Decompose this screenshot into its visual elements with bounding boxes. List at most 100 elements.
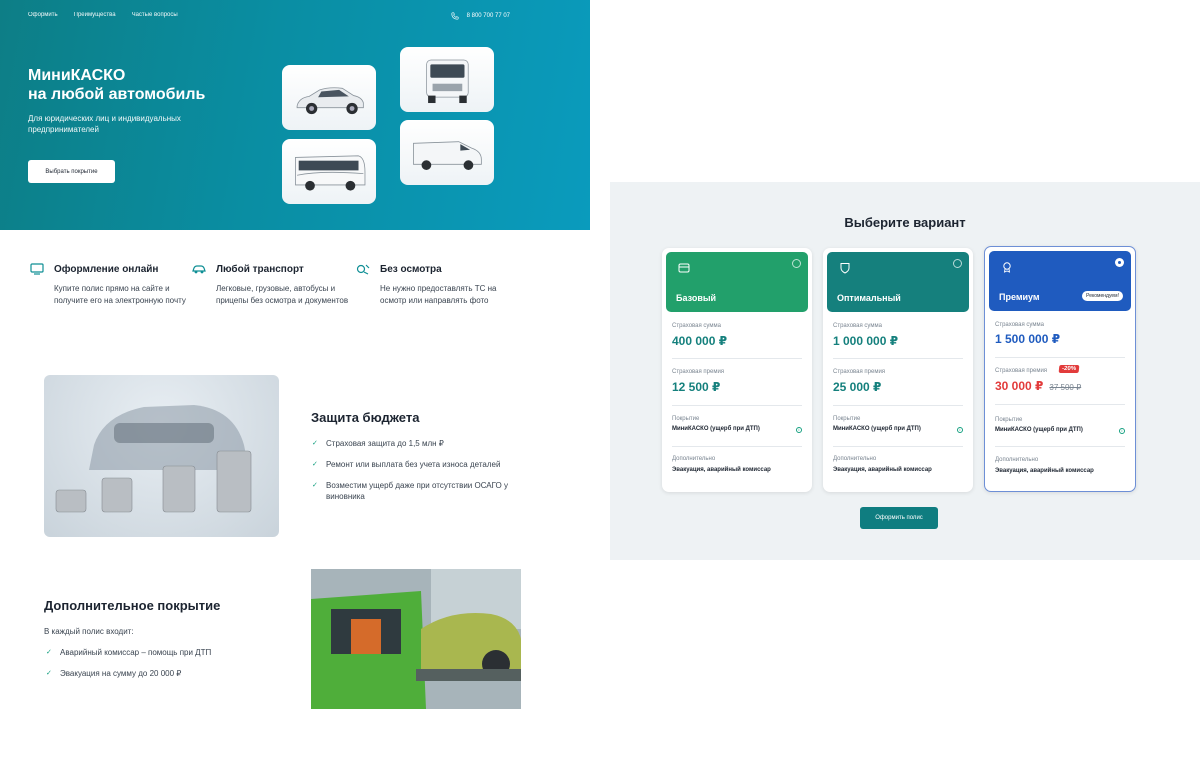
divider: [833, 446, 963, 447]
vehicle-suv-image: [282, 65, 376, 130]
list-item: ✓ Возместим ущерб даже при отсутствии ОСА…: [312, 481, 508, 501]
divider: [672, 358, 802, 359]
vehicle-van-image: [400, 120, 494, 185]
nav-item-apply[interactable]: Оформить: [28, 12, 58, 18]
plan-radio[interactable]: [792, 259, 801, 268]
discount-badge: -20%: [1058, 365, 1080, 373]
plan-name: Оптимальный: [837, 293, 901, 303]
coverage-label: Покрытие: [995, 417, 1023, 423]
monitor-icon: [30, 263, 44, 275]
list-item: ✓ Аварийный комиссар – помощь при ДТП: [46, 648, 212, 657]
sum-value: 1 500 000 ₽: [995, 332, 1061, 346]
order-policy-button[interactable]: Оформить полис: [860, 507, 938, 529]
divider: [672, 405, 802, 406]
sum-label: Страховая сумма: [672, 323, 721, 329]
divider: [672, 446, 802, 447]
list-item: ✓ Эвакуация на сумму до 20 000 ₽: [46, 669, 182, 678]
divider: [833, 358, 963, 359]
info-icon[interactable]: i: [1119, 428, 1125, 434]
check-icon: ✓: [312, 482, 318, 489]
plan-name: Базовый: [676, 293, 717, 303]
hero-title: МиниКАСКО на любой автомобиль: [28, 66, 248, 104]
sum-label: Страховая сумма: [833, 323, 882, 329]
coverage-label: Покрытие: [833, 416, 861, 422]
phone-number: 8 800 700 77 07: [466, 13, 510, 19]
feature-text: Легковые, грузовые, автобусы и прицепы б…: [216, 284, 349, 305]
plan-card-header: Премиум Рекомендуем!: [989, 251, 1131, 311]
additional-label: Дополнительно: [672, 456, 716, 462]
sum-value: 400 000 ₽: [672, 334, 728, 348]
plan-card-premium[interactable]: Премиум Рекомендуем! Страховая сумма 1 5…: [984, 246, 1136, 492]
premium-value: 12 500 ₽: [672, 380, 721, 394]
hero-title-line2: на любой автомобиль: [28, 86, 206, 103]
additional-value: Эвакуация, аварийный комиссар: [995, 468, 1094, 474]
plan-card-optimal[interactable]: Оптимальный Страховая сумма 1 000 000 ₽ …: [823, 248, 973, 492]
plan-card-header: Оптимальный: [827, 252, 969, 312]
medal-icon: [1003, 262, 1011, 273]
divider: [995, 404, 1125, 405]
feature-title: Любой транспорт: [216, 264, 304, 275]
tow-truck-image: [311, 569, 521, 709]
budget-list: ✓ Страховая защита до 1,5 млн ₽ ✓ Ремонт и…: [312, 438, 522, 512]
plans-section: Выберите вариант Базовый Страховая сумма…: [610, 182, 1200, 560]
nav-item-faq[interactable]: Частые вопросы: [132, 12, 178, 18]
hero-section: Оформить Преимущества Частые вопросы 8 8…: [0, 0, 590, 230]
extra-list: ✓ Аварийный комиссар – помощь при ДТП ✓ Эв…: [46, 647, 286, 689]
info-icon[interactable]: i: [957, 427, 963, 433]
premium-label: Страховая премия: [672, 369, 725, 375]
plan-name: Премиум: [999, 292, 1040, 302]
premium-value: 30 000 ₽37 500 ₽: [995, 379, 1082, 393]
list-item: ✓ Страховая защита до 1,5 млн ₽: [312, 439, 444, 448]
hero-subtitle: Для юридических лиц и индивидуальных пре…: [28, 114, 181, 134]
feature-text: Купите полис прямо на сайте и получите е…: [54, 284, 186, 305]
plan-radio[interactable]: [953, 259, 962, 268]
additional-label: Дополнительно: [995, 457, 1039, 463]
car-icon: [192, 265, 206, 274]
premium-label: Страховая премия: [995, 368, 1048, 374]
divider: [833, 405, 963, 406]
divider: [995, 357, 1125, 358]
sum-value: 1 000 000 ₽: [833, 334, 899, 348]
vehicle-truck-image: [400, 47, 494, 112]
budget-title: Защита бюджета: [311, 410, 420, 425]
feature-title: Оформление онлайн: [54, 264, 159, 275]
phone-link[interactable]: 8 800 700 77 07: [451, 12, 510, 20]
extra-title: Дополнительное покрытие: [44, 598, 221, 613]
check-icon: ✓: [46, 670, 52, 677]
coins-car-image: [44, 375, 279, 537]
feature-title: Без осмотра: [380, 264, 442, 275]
plans-title: Выберите вариант: [844, 215, 966, 230]
check-icon: ✓: [312, 461, 318, 468]
coverage-value: МиниКАСКО (ущерб при ДТП): [995, 427, 1083, 433]
coverage-label: Покрытие: [672, 416, 700, 422]
premium-label: Страховая премия: [833, 369, 886, 375]
top-nav: Оформить Преимущества Частые вопросы: [28, 12, 178, 18]
list-item: ✓ Ремонт или выплата без учета износа дет…: [312, 460, 501, 469]
card-icon: [678, 263, 690, 273]
divider: [995, 446, 1125, 447]
additional-label: Дополнительно: [833, 456, 877, 462]
feature-text: Не нужно предоставлять ТС на осмотр или …: [380, 284, 497, 305]
coverage-value: МиниКАСКО (ущерб при ДТП): [833, 426, 921, 432]
feature-transport: Любой транспорт Легковые, грузовые, авто…: [192, 263, 352, 307]
additional-value: Эвакуация, аварийный комиссар: [833, 467, 932, 473]
plan-radio-selected[interactable]: [1115, 258, 1124, 267]
info-icon[interactable]: i: [796, 427, 802, 433]
old-premium: 37 500 ₽: [1049, 383, 1082, 392]
coverage-value: МиниКАСКО (ущерб при ДТП): [672, 426, 760, 432]
extra-intro: В каждый полис входит:: [44, 627, 134, 636]
nav-item-benefits[interactable]: Преимущества: [74, 12, 116, 18]
no-inspection-icon: [356, 264, 370, 275]
feature-no-inspection: Без осмотра Не нужно предоставлять ТС на…: [356, 263, 516, 307]
hero-title-line1: МиниКАСКО: [28, 67, 126, 84]
vehicle-bus-image: [282, 139, 376, 204]
choose-coverage-button[interactable]: Выбрать покрытие: [28, 160, 115, 183]
plan-card-basic[interactable]: Базовый Страховая сумма 400 000 ₽ Страхо…: [662, 248, 812, 492]
check-icon: ✓: [312, 440, 318, 447]
shield-icon: [840, 263, 850, 274]
phone-icon: [451, 12, 459, 20]
plan-card-header: Базовый: [666, 252, 808, 312]
feature-online: Оформление онлайн Купите полис прямо на …: [30, 263, 190, 307]
premium-value: 25 000 ₽: [833, 380, 882, 394]
additional-value: Эвакуация, аварийный комиссар: [672, 467, 771, 473]
